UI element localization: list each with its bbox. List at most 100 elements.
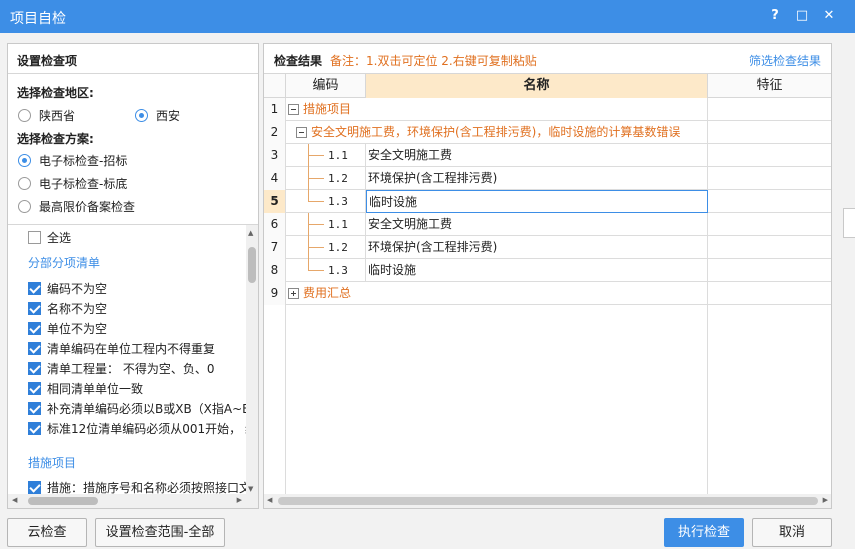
horizontal-scrollbar[interactable]: ◀ ▶ — [264, 494, 831, 508]
scheme-option-max-price[interactable]: 最高限价备案检查 — [18, 198, 135, 215]
settings-panel-header: 设置检查项 — [8, 44, 258, 74]
table-row[interactable]: 2 安全文明施工费，环境保护(含工程排污费)，临时设施的计算基数错误 — [264, 121, 831, 144]
table-row[interactable]: 8 1.3 临时设施 — [264, 259, 831, 282]
cancel-button[interactable]: 取消 — [752, 518, 832, 547]
close-button[interactable]: ✕ — [819, 6, 839, 26]
checkbox-checked-icon — [28, 362, 41, 375]
feature-cell — [708, 213, 831, 236]
scrollbar-thumb[interactable] — [248, 247, 256, 283]
check-item[interactable]: 名称不为空 — [28, 300, 107, 317]
radio-selected-icon — [18, 154, 31, 167]
name-cell: 安全文明施工费 — [366, 213, 708, 236]
region-option-label: 西安 — [156, 109, 181, 123]
table-row[interactable]: 5 1.3 临时设施 — [264, 190, 831, 213]
feature-cell — [708, 167, 831, 190]
check-item[interactable]: 标准12位清单编码必须从001开始， 编 — [28, 420, 257, 437]
check-item-label: 名称不为空 — [47, 302, 108, 316]
scrollbar-thumb[interactable] — [28, 497, 98, 505]
scrollbar-thumb[interactable] — [278, 497, 818, 505]
check-item-label: 编码不为空 — [47, 282, 108, 296]
name-cell-selected[interactable]: 临时设施 — [366, 190, 708, 213]
group-label: 措施项目 — [303, 102, 352, 116]
window-title: 项目自检 — [10, 11, 66, 27]
feature-cell — [708, 121, 831, 144]
code-cell: 1.2 — [286, 167, 366, 190]
collapse-icon[interactable] — [288, 104, 299, 115]
group-cell: 安全文明施工费，环境保护(含工程排污费)，临时设施的计算基数错误 — [286, 121, 708, 144]
checkbox-checked-icon — [28, 322, 41, 335]
scroll-right-icon[interactable]: ▶ — [823, 496, 828, 504]
settings-panel: 设置检查项 选择检查地区: 陕西省 西安 选择检查方案: 电子标检查-招标 电子… — [7, 43, 259, 509]
header-code[interactable]: 编码 — [286, 74, 366, 98]
header-name[interactable]: 名称 — [366, 74, 708, 98]
grid-header: 编码 名称 特征 — [264, 74, 831, 98]
collapse-icon[interactable] — [296, 127, 307, 138]
table-row[interactable]: 4 1.2 环境保护(含工程排污费) — [264, 167, 831, 190]
table-row[interactable]: 9 费用汇总 — [264, 282, 831, 305]
check-item-label: 单位不为空 — [47, 322, 108, 336]
name-cell: 临时设施 — [366, 259, 708, 282]
feature-cell — [708, 98, 831, 121]
scheme-option-tender[interactable]: 电子标检查-招标 — [18, 152, 127, 169]
scroll-right-icon[interactable]: ▶ — [237, 496, 242, 504]
table-row[interactable]: 1 措施项目 — [264, 98, 831, 121]
header-rownum — [264, 74, 286, 98]
check-item[interactable]: 编码不为空 — [28, 280, 107, 297]
region-option-xian[interactable]: 西安 — [135, 107, 180, 124]
cloud-check-button[interactable]: 云检查 — [7, 518, 87, 547]
name-cell: 环境保护(含工程排污费) — [366, 167, 708, 190]
results-note: 备注：1.双击可定位 2.右键可复制粘贴 — [330, 54, 537, 68]
check-items-list: 全选 分部分项清单 编码不为空 名称不为空 单位不为空 清单编码在单位工程内不得… — [8, 224, 258, 508]
row-number: 4 — [264, 167, 286, 190]
table-row[interactable]: 3 1.1 安全文明施工费 — [264, 144, 831, 167]
code-cell: 1.2 — [286, 236, 366, 259]
run-check-button[interactable]: 执行检查 — [664, 518, 744, 547]
vertical-scrollbar[interactable]: ▲ ▼ — [246, 225, 258, 495]
check-item-label: 清单工程量： 不得为空、负、0 — [47, 362, 215, 376]
scheme-option-base[interactable]: 电子标检查-标底 — [18, 175, 127, 192]
scroll-left-icon[interactable]: ◀ — [267, 496, 272, 504]
maximize-button[interactable]: □ — [792, 6, 812, 26]
row-number: 9 — [264, 282, 286, 305]
row-number: 1 — [264, 98, 286, 121]
group-header-sub-items: 分部分项清单 — [28, 256, 101, 270]
table-row[interactable]: 7 1.2 环境保护(含工程排污费) — [264, 236, 831, 259]
select-all-checkbox[interactable]: 全选 — [28, 229, 71, 246]
row-number: 7 — [264, 236, 286, 259]
set-check-range-button[interactable]: 设置检查范围-全部 — [95, 518, 225, 547]
table-row[interactable]: 6 1.1 安全文明施工费 — [264, 213, 831, 236]
check-item[interactable]: 清单工程量： 不得为空、负、0 — [28, 360, 214, 377]
help-button[interactable]: ? — [765, 6, 785, 26]
feature-cell — [708, 236, 831, 259]
column-divider — [285, 305, 286, 495]
region-label: 选择检查地区: — [17, 86, 94, 100]
checkbox-checked-icon — [28, 422, 41, 435]
expand-icon[interactable] — [288, 288, 299, 299]
checkbox-checked-icon — [28, 382, 41, 395]
edge-handle — [843, 208, 855, 238]
header-feature[interactable]: 特征 — [708, 74, 831, 98]
check-item[interactable]: 补充清单编码必须以B或XB（X指A~E） — [28, 400, 258, 417]
scroll-down-icon[interactable]: ▼ — [248, 485, 253, 493]
name-cell: 环境保护(含工程排污费) — [366, 236, 708, 259]
region-option-label: 陕西省 — [39, 109, 76, 123]
checkbox-checked-icon — [28, 282, 41, 295]
checkbox-checked-icon — [28, 402, 41, 415]
column-divider — [707, 305, 708, 495]
horizontal-scrollbar[interactable]: ◀ ▶ — [8, 494, 258, 508]
checkbox-icon — [28, 231, 41, 244]
filter-results-link[interactable]: 筛选检查结果 — [749, 52, 821, 69]
group-cell: 费用汇总 — [286, 282, 708, 305]
code-cell: 1.3 — [286, 259, 366, 282]
region-option-shaanxi[interactable]: 陕西省 — [18, 107, 75, 124]
scroll-up-icon[interactable]: ▲ — [248, 229, 253, 237]
checkbox-checked-icon — [28, 302, 41, 315]
radio-icon — [18, 177, 31, 190]
scroll-left-icon[interactable]: ◀ — [12, 496, 17, 504]
check-item[interactable]: 单位不为空 — [28, 320, 107, 337]
radio-icon — [18, 200, 31, 213]
feature-cell — [708, 282, 831, 305]
check-item[interactable]: 相同清单单位一致 — [28, 380, 143, 397]
check-item[interactable]: 清单编码在单位工程内不得重复 — [28, 340, 215, 357]
check-item-label: 标准12位清单编码必须从001开始， 编 — [47, 422, 257, 436]
